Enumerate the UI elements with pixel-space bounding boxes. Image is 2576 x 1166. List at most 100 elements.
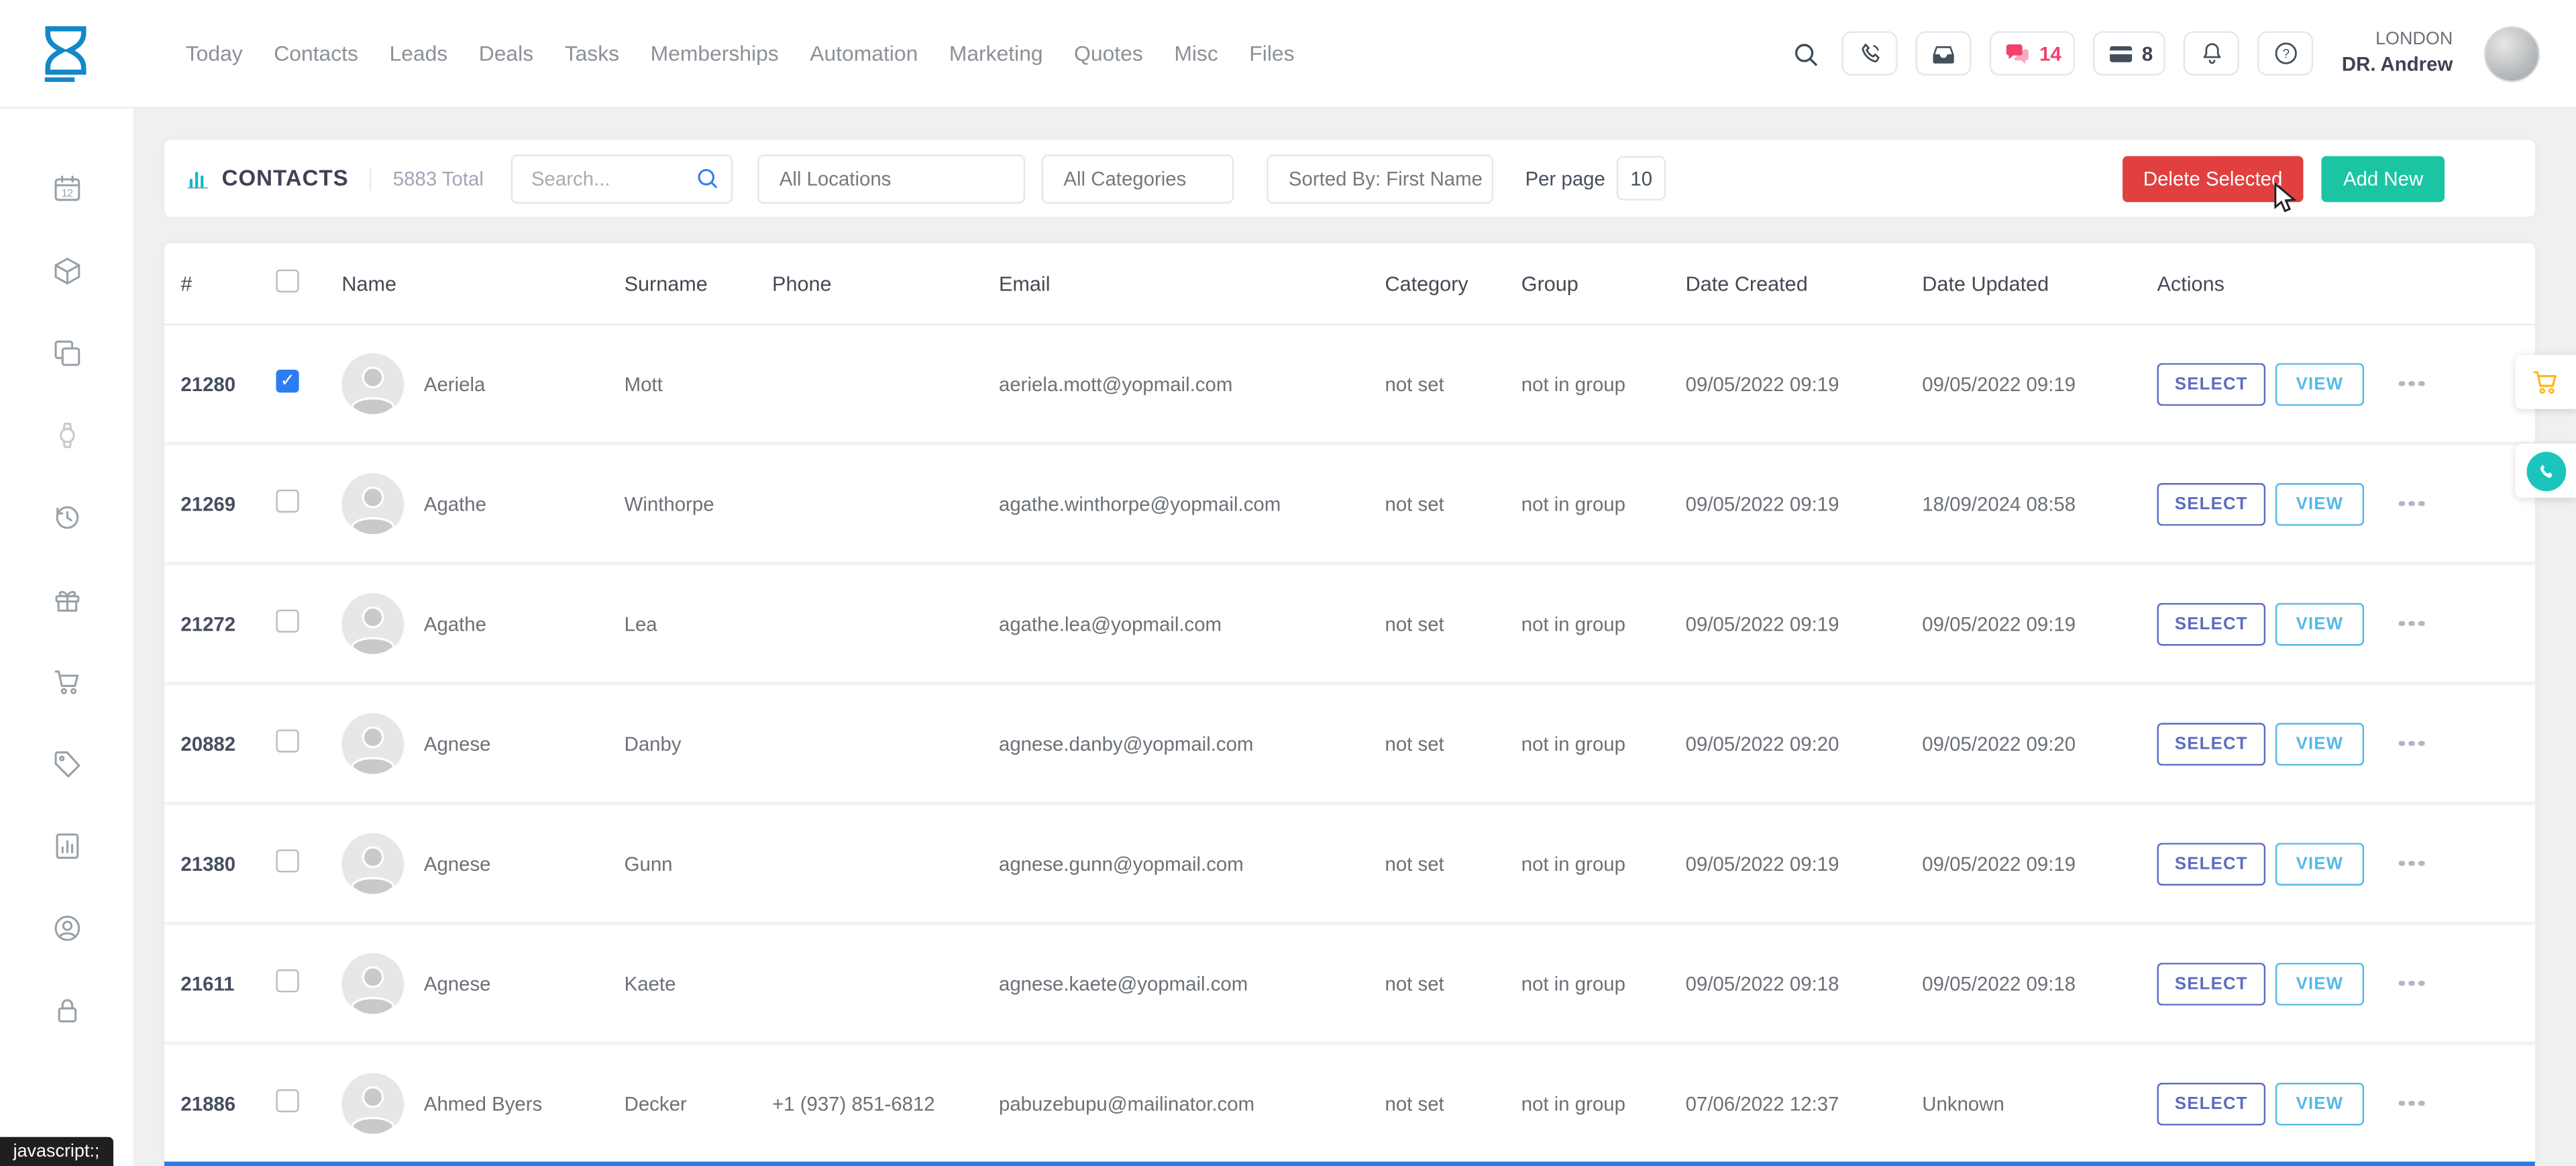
row-checkbox[interactable] — [276, 610, 299, 633]
sidebar-calendar-icon[interactable]: 12 — [0, 148, 133, 229]
nav-item-deals[interactable]: Deals — [479, 41, 533, 66]
select-button[interactable]: SELECT — [2157, 962, 2266, 1005]
billing-button[interactable]: 8 — [2092, 32, 2165, 76]
svg-text:?: ? — [2282, 48, 2290, 62]
contact-email: agnese.danby@yopmail.com — [999, 732, 1385, 755]
select-button[interactable]: SELECT — [2157, 722, 2266, 765]
col-header-actions: Actions — [2157, 272, 2535, 295]
contact-category: not set — [1385, 612, 1521, 635]
row-checkbox[interactable] — [276, 490, 299, 513]
more-actions-button[interactable] — [2396, 614, 2428, 633]
search-box — [512, 154, 734, 203]
row-checkbox[interactable] — [276, 969, 299, 992]
col-header-category: Category — [1385, 272, 1521, 295]
help-button[interactable]: ? — [2258, 32, 2314, 76]
sidebar-watch-icon[interactable] — [0, 394, 133, 476]
view-button[interactable]: VIEW — [2275, 1082, 2364, 1125]
select-button[interactable]: SELECT — [2157, 482, 2266, 525]
phone-button[interactable] — [1842, 32, 1898, 76]
user-location: LONDON — [2342, 30, 2453, 52]
contact-email: pabuzebupu@mailinator.com — [999, 1092, 1385, 1114]
nav-item-files[interactable]: Files — [1249, 41, 1294, 66]
view-button[interactable]: VIEW — [2275, 482, 2364, 525]
call-side-button[interactable] — [2515, 443, 2576, 498]
nav-item-automation[interactable]: Automation — [810, 41, 918, 66]
sidebar-cart-icon[interactable] — [0, 641, 133, 723]
sidebar-package-icon[interactable] — [0, 230, 133, 312]
categories-filter[interactable]: All Categories — [1042, 154, 1235, 203]
date-updated: 18/09/2024 08:58 — [1922, 492, 2157, 515]
select-button[interactable]: SELECT — [2157, 602, 2266, 645]
inbox-icon — [1929, 39, 1959, 68]
contact-avatar — [341, 472, 404, 535]
nav-item-today[interactable]: Today — [186, 41, 243, 66]
select-button[interactable]: SELECT — [2157, 1082, 2266, 1125]
navbar-right: 14 8 ? LONDON DR. Andrew — [1791, 25, 2576, 81]
more-actions-button[interactable] — [2396, 854, 2428, 873]
select-all-checkbox[interactable] — [276, 270, 299, 293]
sidebar-history-icon[interactable] — [0, 476, 133, 558]
sidebar-reports-icon[interactable] — [0, 805, 133, 887]
main-nav: Today Contacts Leads Deals Tasks Memberships A… — [186, 41, 1295, 66]
more-actions-button[interactable] — [2396, 974, 2428, 993]
inbox-button[interactable] — [1916, 32, 1972, 76]
chat-button[interactable]: 14 — [1990, 32, 2075, 76]
sidebar-lock-icon[interactable] — [0, 969, 133, 1051]
sidebar-gift-icon[interactable] — [0, 559, 133, 641]
contact-group: not in group — [1521, 492, 1686, 515]
contact-phone: +1 (937) 851-6812 — [772, 1092, 999, 1114]
add-new-button[interactable]: Add New — [2322, 155, 2445, 201]
nav-item-leads[interactable]: Leads — [389, 41, 447, 66]
nav-item-marketing[interactable]: Marketing — [949, 41, 1043, 66]
more-actions-button[interactable] — [2396, 734, 2428, 753]
table-row: 21611 Agnese Kaete agnese.kaete@yopmail.… — [164, 925, 2535, 1045]
contact-avatar — [341, 952, 404, 1014]
nav-item-memberships[interactable]: Memberships — [651, 41, 779, 66]
col-header-surname: Surname — [625, 272, 772, 295]
delete-selected-button[interactable]: Delete Selected — [2122, 155, 2304, 201]
sidebar-support-icon[interactable] — [0, 887, 133, 969]
more-actions-button[interactable] — [2396, 1094, 2428, 1112]
notifications-button[interactable] — [2184, 32, 2240, 76]
top-navbar: Today Contacts Leads Deals Tasks Memberships A… — [0, 0, 2576, 109]
row-checkbox[interactable] — [276, 849, 299, 872]
select-button[interactable]: SELECT — [2157, 362, 2266, 405]
contacts-toolbar: CONTACTS 5883 Total All Locations All Ca… — [164, 140, 2535, 217]
view-button[interactable]: VIEW — [2275, 602, 2364, 645]
contact-surname: Gunn — [625, 852, 772, 875]
view-button[interactable]: VIEW — [2275, 362, 2364, 405]
nav-item-quotes[interactable]: Quotes — [1074, 41, 1143, 66]
user-info: LONDON DR. Andrew — [2342, 30, 2453, 76]
total-count: 5883 Total — [370, 167, 484, 190]
view-button[interactable]: VIEW — [2275, 962, 2364, 1005]
contact-group: not in group — [1521, 972, 1686, 995]
view-button[interactable]: VIEW — [2275, 722, 2364, 765]
contact-group: not in group — [1521, 1092, 1686, 1114]
search-submit-icon[interactable] — [696, 165, 720, 190]
sidebar-copy-icon[interactable] — [0, 312, 133, 394]
select-button[interactable]: SELECT — [2157, 842, 2266, 885]
bottom-blue-bar — [164, 1161, 2535, 1166]
contact-avatar — [341, 592, 404, 655]
row-checkbox[interactable] — [276, 1090, 299, 1112]
sidebar-tags-icon[interactable] — [0, 723, 133, 805]
view-button[interactable]: VIEW — [2275, 842, 2364, 885]
nav-item-misc[interactable]: Misc — [1174, 41, 1218, 66]
row-checkbox[interactable] — [276, 370, 299, 392]
contact-category: not set — [1385, 732, 1521, 755]
nav-item-tasks[interactable]: Tasks — [565, 41, 619, 66]
user-avatar[interactable] — [2484, 25, 2540, 81]
cart-side-button[interactable] — [2515, 355, 2576, 409]
per-page-input[interactable] — [1617, 156, 1666, 201]
contact-email: aeriela.mott@yopmail.com — [999, 372, 1385, 395]
more-actions-button[interactable] — [2396, 374, 2428, 393]
nav-item-contacts[interactable]: Contacts — [274, 41, 358, 66]
app-logo[interactable] — [30, 17, 102, 90]
locations-filter[interactable]: All Locations — [758, 154, 1026, 203]
row-checkbox[interactable] — [276, 729, 299, 752]
search-icon[interactable] — [1791, 39, 1821, 68]
sort-filter[interactable]: Sorted By: First Name — [1267, 154, 1494, 203]
contact-group: not in group — [1521, 612, 1686, 635]
more-actions-button[interactable] — [2396, 494, 2428, 513]
status-tooltip: javascript:; — [0, 1137, 113, 1166]
